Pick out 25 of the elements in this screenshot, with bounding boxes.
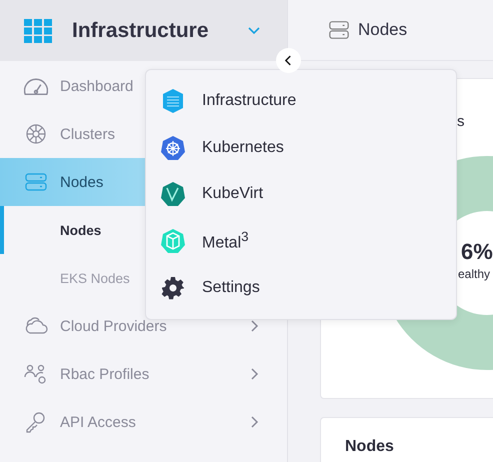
- people-icon: [24, 362, 48, 386]
- nav-item[interactable]: Rbac Profiles: [0, 350, 287, 398]
- app-grid-icon[interactable]: [24, 18, 52, 42]
- menu-item[interactable]: Metal$^{3}$: [146, 218, 456, 264]
- nav-item[interactable]: API Access: [0, 398, 287, 446]
- menu-item[interactable]: Infrastructure: [146, 78, 456, 125]
- settings-icon: [161, 276, 185, 300]
- layers-logo-icon: [161, 89, 185, 114]
- card-title: s: [457, 113, 464, 130]
- chevron-right-icon: [251, 320, 259, 332]
- server-icon: [328, 19, 350, 41]
- health-caption: ealthy: [458, 267, 490, 281]
- health-percentage: 6%: [461, 239, 493, 265]
- hexagon-logo-icon: [161, 182, 185, 206]
- page-title: Nodes: [358, 20, 408, 40]
- chevron-left-icon: [285, 55, 292, 66]
- chevron-right-icon: [251, 416, 259, 428]
- gauge-icon: [24, 78, 48, 94]
- product-title: Infrastructure: [72, 18, 209, 42]
- chevron-down-icon[interactable]: [248, 26, 260, 34]
- cube-logo-icon: [161, 229, 185, 254]
- card-title: Nodes: [345, 438, 394, 455]
- chevron-right-icon: [251, 368, 259, 380]
- helm-logo-icon: [161, 136, 185, 160]
- wheel-icon: [24, 122, 48, 146]
